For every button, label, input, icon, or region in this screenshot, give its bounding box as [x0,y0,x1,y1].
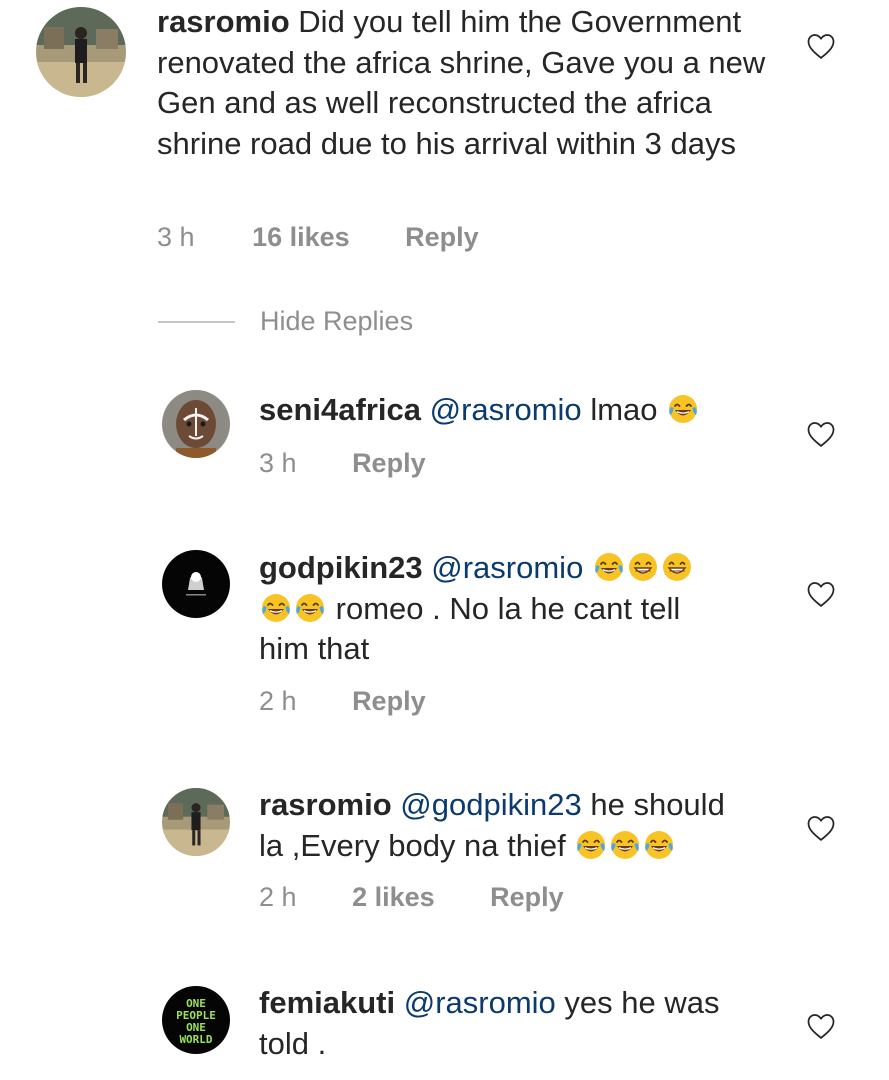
child-face-icon [162,390,230,458]
laughing-emoji-icon [593,551,625,583]
comment-time: 2 h [259,882,297,912]
avatar[interactable] [162,788,230,856]
comment-time: 2 h [259,686,297,716]
comment-body: romeo . No la he cant tell [335,590,681,626]
reply-button[interactable]: Reply [352,686,426,717]
comment-likes[interactable]: 2 likes [352,882,435,913]
person-standing-icon [162,788,230,856]
mention-link[interactable]: @rasromio [404,985,556,1020]
comment-text: seni4africa @rasromio lmao [259,390,799,431]
comment-body-line: told . [259,1025,327,1061]
reply-item: seni4africa @rasromio lmao 3 h Reply [0,380,889,490]
like-heart-icon[interactable] [806,814,836,842]
comment-username[interactable]: godpikin23 [259,550,423,585]
like-heart-icon[interactable] [806,420,836,448]
comment-body: lmao [590,392,658,427]
reply-button[interactable]: Reply [405,222,479,253]
comment-body: he should [590,787,725,822]
comment-time: 3 h [259,448,297,478]
mention-link[interactable]: @godpikin23 [400,787,581,822]
comment-meta: 2 h 2 likes Reply [259,882,564,913]
avatar[interactable] [36,7,126,97]
beaming-emoji-icon [627,551,659,583]
laughing-emoji-icon [260,592,292,624]
avatar[interactable] [162,390,230,458]
comment-text: rasromio @godpikin23 he should la ,Every… [259,785,799,866]
logo-icon [162,550,230,618]
beaming-emoji-icon [661,551,693,583]
laughing-emoji-icon [667,393,699,425]
like-heart-icon[interactable] [806,32,836,60]
logo-text: WORLD [179,1033,212,1046]
comment-text: femiakuti @rasromio yes he was told . [259,983,799,1064]
comment-meta: 3 h Reply [259,448,426,479]
divider [158,321,235,323]
comment-text: rasromio Did you tell him the Government… [157,2,797,164]
reply-item: ONE PEOPLE ONE WORLD femiakuti @rasromio… [0,976,889,1080]
comment-text: godpikin23 @rasromio romeo . No la he ca… [259,548,799,670]
comment-username[interactable]: seni4africa [259,392,421,427]
avatar[interactable]: ONE PEOPLE ONE WORLD [162,986,230,1054]
comment-body-line: him that [259,631,370,666]
reply-item: godpikin23 @rasromio romeo . No la he ca… [0,540,889,730]
like-heart-icon[interactable] [806,1012,836,1040]
laughing-emoji-icon [643,829,675,861]
avatar[interactable] [162,550,230,618]
laughing-emoji-icon [294,592,326,624]
hide-replies-toggle[interactable]: Hide Replies [158,302,478,342]
comment-item: rasromio Did you tell him the Government… [0,0,889,270]
reply-item: rasromio @godpikin23 he should la ,Every… [0,776,889,926]
comment-body-line: la ,Every body na thief [259,827,566,863]
comment-username[interactable]: rasromio [259,787,392,822]
one-people-one-world-logo-icon: ONE PEOPLE ONE WORLD [162,986,230,1054]
mention-link[interactable]: @rasromio [431,550,583,585]
reply-button[interactable]: Reply [352,448,426,479]
hide-replies-label: Hide Replies [260,306,414,336]
laughing-emoji-icon [609,829,641,861]
comment-username[interactable]: femiakuti [259,985,395,1020]
comment-meta: 3 h 16 likes Reply [157,222,479,253]
mention-link[interactable]: @rasromio [430,392,582,427]
comment-likes[interactable]: 16 likes [252,222,350,253]
comment-body: yes he was [564,985,720,1020]
comment-time: 3 h [157,222,195,252]
like-heart-icon[interactable] [806,580,836,608]
comment-username[interactable]: rasromio [157,4,290,39]
comment-meta: 2 h Reply [259,686,426,717]
laughing-emoji-icon [575,829,607,861]
reply-button[interactable]: Reply [490,882,564,913]
person-standing-icon [36,7,126,97]
